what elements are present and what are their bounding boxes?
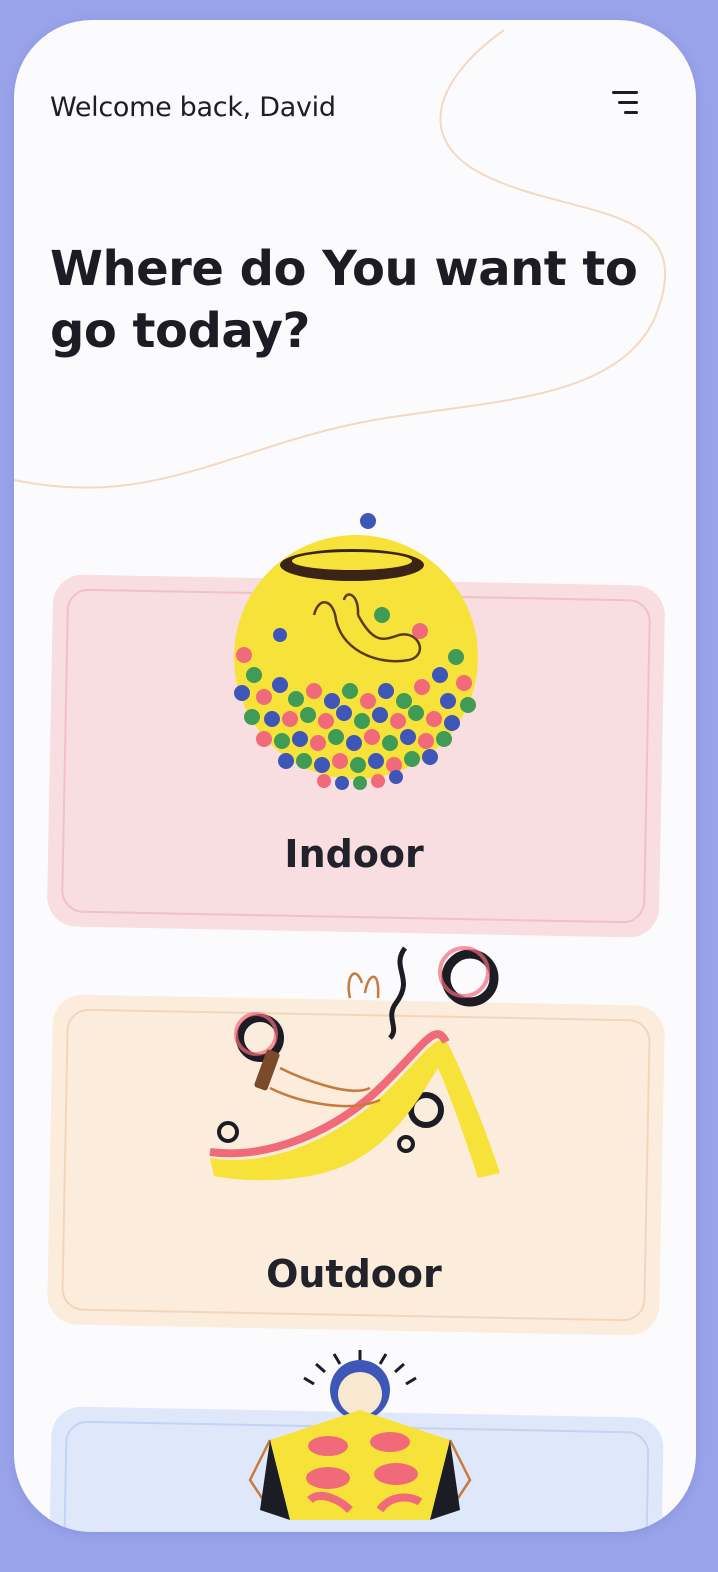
category-card-indoor[interactable]: Indoor — [46, 574, 666, 938]
menu-icon — [612, 91, 638, 94]
menu-icon-line — [618, 101, 638, 104]
category-card-third[interactable] — [48, 1406, 664, 1532]
page-title: Where do You want to go today? — [50, 241, 638, 359]
category-card-outdoor[interactable]: Outdoor — [46, 994, 666, 1336]
phone-screen: Welcome back, David Where do You want to… — [14, 20, 696, 1532]
card-border — [62, 1420, 650, 1532]
welcome-greeting: Welcome back, David — [50, 92, 336, 123]
menu-icon-line — [624, 111, 638, 114]
menu-button[interactable] — [600, 86, 644, 126]
category-label-outdoor: Outdoor — [266, 1251, 442, 1296]
category-label-indoor: Indoor — [284, 831, 424, 876]
